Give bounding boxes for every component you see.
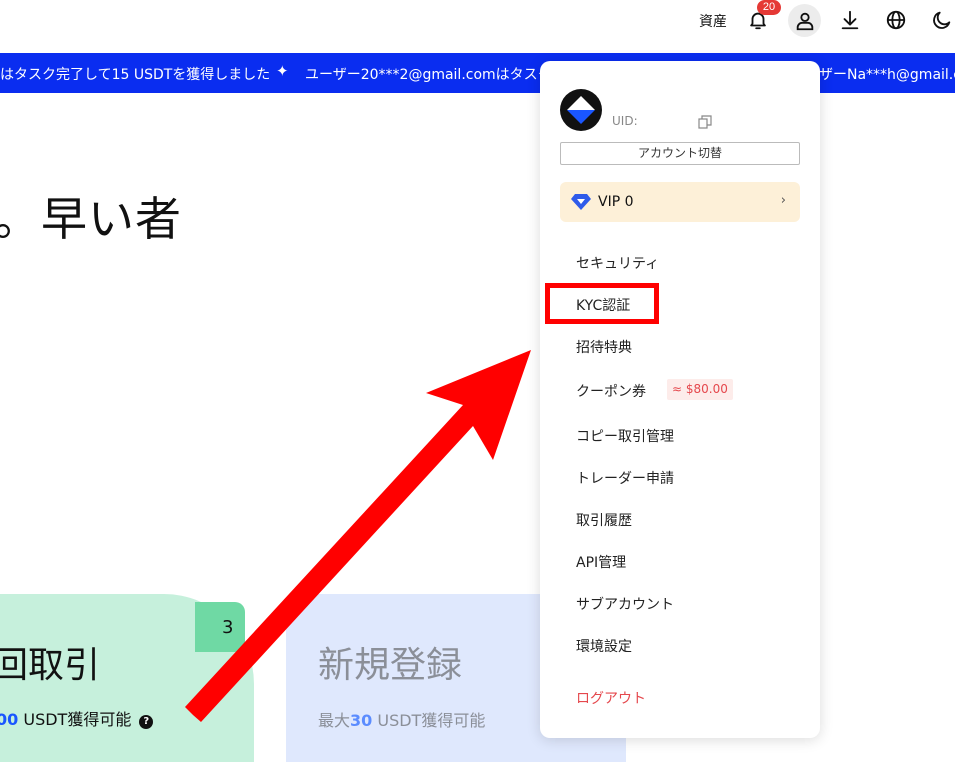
account-dropdown-menu: UID: アカウント切替 VIP 0 › セキュリティ KYC認証 招待特典 ク… [540, 61, 820, 738]
copy-icon[interactable] [698, 114, 712, 129]
avatar [560, 89, 602, 131]
menu-item-trader-application[interactable]: トレーダー申請 [576, 468, 674, 488]
task-card-reward: 最大30 USDT獲得可能 [318, 707, 485, 731]
notification-count-badge: 20 [757, 0, 781, 15]
chevron-right-icon: › [780, 193, 786, 208]
menu-item-referral[interactable]: 招待特典 [576, 337, 632, 357]
task-card-title: 回取引 [0, 645, 101, 686]
task-card-reward-amount: 30 [350, 711, 373, 730]
task-card-reward-prefix: 最大 [318, 711, 351, 730]
task-card-number-tab [195, 602, 245, 652]
task-card-number: 3 [222, 617, 234, 638]
language-globe-icon[interactable] [883, 7, 909, 33]
coupon-value-badge: ≈ $80.00 [667, 379, 733, 400]
assets-link[interactable]: 資産 [699, 11, 727, 31]
menu-item-coupons[interactable]: クーポン券 [576, 381, 646, 401]
task-card-reward: 00 USDT獲得可能? [0, 706, 154, 730]
logout-button[interactable]: ログアウト [576, 688, 646, 708]
menu-item-trade-history[interactable]: 取引履歴 [576, 510, 632, 530]
task-card-title: 新規登録 [318, 645, 463, 686]
diamond-icon [571, 194, 591, 210]
user-account-button[interactable] [788, 4, 821, 37]
menu-item-api[interactable]: API管理 [576, 552, 626, 572]
vip-level-label: VIP 0 [598, 194, 634, 210]
menu-item-copy-trading[interactable]: コピー取引管理 [576, 426, 674, 446]
task-card-reward-text: USDT獲得可能 [372, 711, 486, 730]
menu-item-subaccount[interactable]: サブアカウント [576, 594, 674, 614]
top-navigation-bar: 資産 20 [0, 0, 955, 53]
user-icon [796, 12, 813, 30]
uid-label: UID: [612, 114, 638, 128]
switch-account-button[interactable]: アカウント切替 [560, 142, 800, 165]
download-icon[interactable] [837, 7, 863, 33]
ticker-message: ユーザー20***2@gmail.comはタスク [305, 67, 552, 83]
hero-heading: 。早い者 [0, 192, 182, 246]
menu-item-preferences[interactable]: 環境設定 [576, 636, 632, 656]
task-card-reward-text: USDT獲得可能 [18, 710, 132, 729]
ticker-message: ザーNa***h@gmail.co [819, 67, 955, 83]
sparkle-icon: ✦ [276, 62, 289, 80]
annotation-highlight-box [545, 283, 659, 324]
vip-level-panel[interactable]: VIP 0 › [560, 182, 800, 222]
ticker-message: はタスク完了して15 USDTを獲得しました [0, 67, 271, 83]
dark-mode-moon-icon[interactable] [929, 7, 955, 33]
menu-item-security[interactable]: セキュリティ [576, 253, 659, 273]
task-card-reward-amount: 00 [0, 710, 19, 729]
help-question-icon[interactable]: ? [139, 715, 154, 729]
